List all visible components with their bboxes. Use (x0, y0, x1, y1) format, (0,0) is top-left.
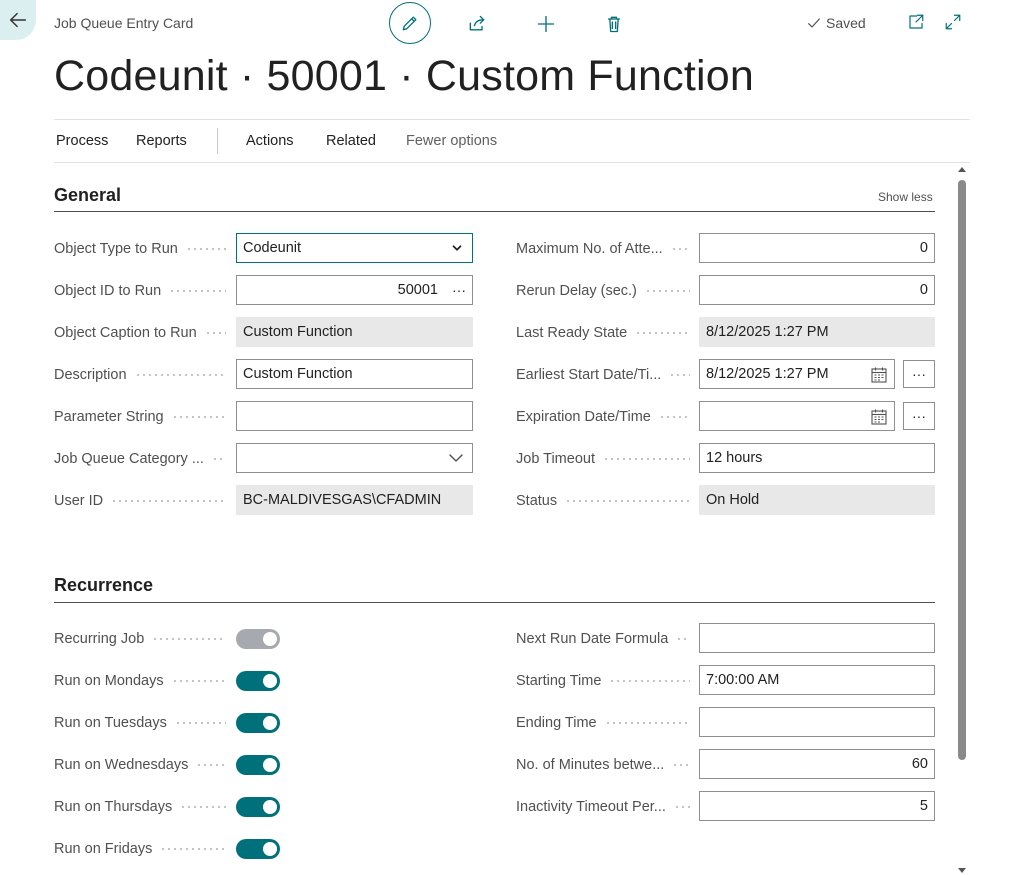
parameter-string-field[interactable] (236, 401, 473, 431)
run-on-wednesdays-toggle[interactable] (236, 755, 280, 775)
toggle-knob (263, 674, 277, 688)
label-last-ready-state: Last Ready State (516, 323, 690, 343)
object-type-select[interactable]: Codeunit (236, 233, 473, 263)
vertical-scrollbar[interactable] (957, 165, 967, 875)
run-on-fridays-toggle[interactable] (236, 839, 280, 859)
section-title-general[interactable]: General (54, 185, 121, 206)
scroll-up-icon[interactable] (957, 165, 967, 175)
next-run-date-formula-field[interactable] (699, 623, 935, 653)
new-button[interactable] (528, 6, 564, 42)
label-expiration: Expiration Date/Time (516, 407, 690, 427)
label-run-on-mondays: Run on Mondays (54, 671, 226, 691)
toggle-knob (263, 716, 277, 730)
label-status: Status (516, 491, 690, 511)
label-object-type: Object Type to Run (54, 239, 226, 259)
object-id-field[interactable]: 50001 ··· (236, 275, 473, 305)
earliest-start-more-button[interactable]: ··· (903, 360, 935, 388)
label-earliest-start: Earliest Start Date/Ti... (516, 365, 690, 385)
scroll-down-icon[interactable] (957, 865, 967, 875)
toggle-knob (263, 842, 277, 856)
saved-status: Saved (806, 15, 866, 31)
last-ready-state-field: 8/12/2025 1:27 PM (699, 317, 935, 347)
action-fewer-options[interactable]: Fewer options (406, 133, 497, 149)
rerun-delay-field[interactable]: 0 (699, 275, 935, 305)
recurring-job-toggle[interactable] (236, 629, 280, 649)
chevron-down-icon (449, 454, 463, 462)
label-description: Description (54, 365, 226, 385)
checkmark-icon (808, 18, 820, 28)
label-minutes-between-runs: No. of Minutes betwe... (516, 755, 690, 775)
minutes-between-runs-field[interactable]: 60 (699, 749, 935, 779)
label-object-id: Object ID to Run (54, 281, 226, 301)
label-starting-time: Starting Time (516, 671, 690, 691)
trash-icon (608, 16, 620, 33)
label-run-on-fridays: Run on Fridays (54, 839, 226, 859)
action-related[interactable]: Related (326, 133, 376, 149)
edit-button[interactable] (389, 2, 431, 44)
saved-label: Saved (826, 15, 866, 31)
page-type-caption: Job Queue Entry Card (54, 15, 194, 31)
label-run-on-wednesdays: Run on Wednesdays (54, 755, 226, 775)
label-run-on-thursdays: Run on Thursdays (54, 797, 226, 817)
label-job-queue-category: Job Queue Category ... (54, 449, 226, 469)
calendar-icon[interactable] (870, 366, 888, 384)
label-parameter-string: Parameter String (54, 407, 226, 427)
run-on-thursdays-toggle[interactable] (236, 797, 280, 817)
open-in-new-window-icon (909, 14, 924, 29)
job-timeout-field[interactable]: 12 hours (699, 443, 935, 473)
lookup-ellipsis-icon[interactable]: ··· (452, 282, 466, 298)
pencil-icon (402, 16, 417, 31)
expiration-more-button[interactable]: ··· (903, 402, 935, 430)
toggle-knob (263, 758, 277, 772)
max-attempts-field[interactable]: 0 (699, 233, 935, 263)
page-title: Codeunit · 50001 · Custom Function (54, 52, 754, 100)
scrollbar-thumb[interactable] (958, 180, 966, 760)
label-run-on-tuesdays: Run on Tuesdays (54, 713, 226, 733)
expiration-date-field[interactable] (699, 401, 895, 431)
action-bar: Process Reports Actions Related Fewer op… (54, 119, 970, 163)
share-button[interactable] (459, 6, 495, 42)
earliest-start-field[interactable]: 8/12/2025 1:27 PM (699, 359, 895, 389)
label-user-id: User ID (54, 491, 226, 511)
label-rerun-delay: Rerun Delay (sec.) (516, 281, 690, 301)
label-inactivity-timeout: Inactivity Timeout Per... (516, 797, 690, 817)
job-queue-category-field[interactable] (236, 443, 473, 473)
user-id-field: BC-MALDIVESGAS\CFADMIN (236, 485, 473, 515)
label-ending-time: Ending Time (516, 713, 690, 733)
inactivity-timeout-field[interactable]: 5 (699, 791, 935, 821)
label-next-run-date-formula: Next Run Date Formula (516, 629, 690, 649)
delete-button[interactable] (596, 6, 632, 42)
expand-icon (945, 14, 961, 30)
ending-time-field[interactable] (699, 707, 935, 737)
chevron-down-icon (452, 245, 462, 251)
share-icon (469, 15, 485, 31)
action-actions[interactable]: Actions (246, 133, 294, 149)
open-new-window-button[interactable] (904, 10, 928, 34)
section-divider (54, 602, 935, 603)
expand-button[interactable] (941, 10, 965, 34)
action-reports[interactable]: Reports (136, 133, 187, 149)
label-job-timeout: Job Timeout (516, 449, 690, 469)
action-process[interactable]: Process (56, 133, 108, 149)
status-field: On Hold (699, 485, 935, 515)
run-on-tuesdays-toggle[interactable] (236, 713, 280, 733)
show-less-link[interactable]: Show less (878, 190, 933, 204)
calendar-icon[interactable] (870, 408, 888, 426)
object-caption-field: Custom Function (236, 317, 473, 347)
section-divider (54, 211, 935, 212)
arrow-left-icon (9, 12, 27, 28)
section-title-recurrence[interactable]: Recurrence (54, 575, 153, 596)
back-button[interactable] (0, 0, 36, 40)
starting-time-field[interactable]: 7:00:00 AM (699, 665, 935, 695)
description-field[interactable]: Custom Function (236, 359, 473, 389)
toggle-knob (263, 632, 277, 646)
plus-icon (537, 15, 555, 33)
label-object-caption: Object Caption to Run (54, 323, 226, 343)
run-on-mondays-toggle[interactable] (236, 671, 280, 691)
action-separator (217, 128, 218, 154)
toggle-knob (263, 800, 277, 814)
label-recurring-job: Recurring Job (54, 629, 226, 649)
label-max-attempts: Maximum No. of Atte... (516, 239, 690, 259)
